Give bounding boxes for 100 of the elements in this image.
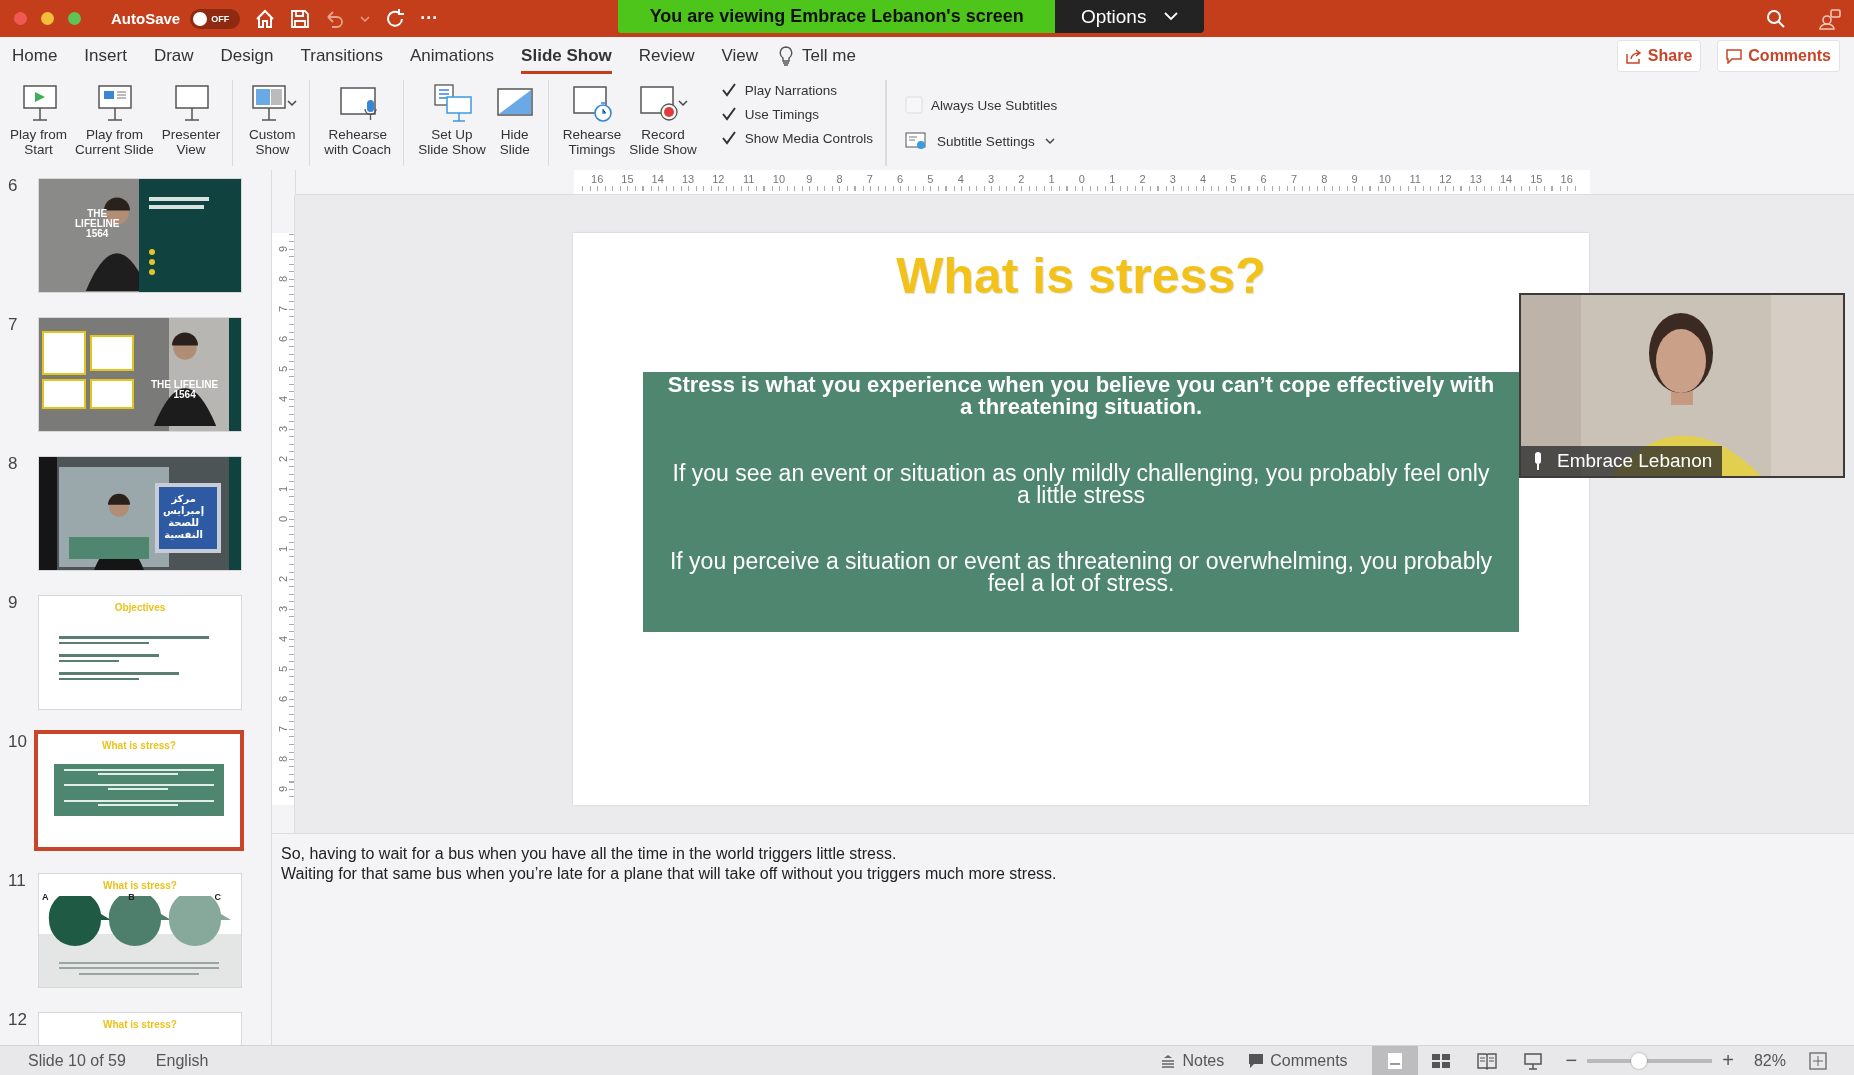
checkbox-label: Use Timings	[744, 106, 820, 122]
ruler-number: 2	[277, 455, 289, 463]
ribbon-button[interactable]: Rehearse Timings	[562, 82, 622, 166]
caret-icon[interactable]	[360, 14, 371, 23]
slider-thumb[interactable]	[1630, 1052, 1647, 1069]
slide-thumbnail[interactable]: THE LIFELINE 1564	[38, 317, 242, 432]
ruler-number: 7	[277, 305, 289, 313]
slide-caption: LIFELINE	[75, 219, 120, 229]
microphone-icon	[1533, 451, 1543, 471]
slide-counter: Slide 10 of 59	[28, 1051, 126, 1070]
slide-caption: 1564	[86, 229, 109, 239]
slide-number: 10	[7, 732, 28, 752]
ribbon-button[interactable]: Rehearse with Coach	[324, 82, 392, 166]
redo-icon[interactable]	[384, 7, 407, 30]
share-icon	[1625, 48, 1642, 64]
ruler-number: 7	[277, 725, 289, 733]
slide-caption: THE	[87, 209, 108, 219]
slide-caption: للصحة	[168, 517, 200, 529]
slide-thumbnail[interactable]: مركز إمبرايس للصحة النفسية	[38, 456, 242, 571]
ribbon-button[interactable]: Record Slide Show	[629, 82, 697, 166]
ribbon-tab[interactable]: Design	[220, 38, 274, 74]
more-button[interactable]: ···	[420, 8, 439, 29]
ribbon-button[interactable]: Set Up Slide Show	[418, 82, 486, 166]
checkbox[interactable]	[720, 82, 737, 98]
options-button[interactable]: Options	[1055, 0, 1205, 33]
ribbon-button[interactable]: Presenter View	[161, 82, 221, 166]
zoom-out-button[interactable]: −	[1565, 1049, 1578, 1072]
search-icon[interactable]	[1766, 8, 1786, 29]
slide-paragraph: If you perceive a situation or event as threatening or overwhelming, you probably feel a lot of stress.	[668, 550, 1494, 594]
ribbon-button[interactable]: Custom Show	[247, 82, 298, 166]
ribbon-tab[interactable]: Draw	[153, 38, 194, 74]
share-button[interactable]: Share	[1616, 40, 1702, 72]
caret-icon	[678, 99, 688, 107]
slide-caption: النفسية	[164, 529, 203, 541]
notes-button[interactable]: Notes	[1160, 1051, 1225, 1070]
ribbon-tab[interactable]: Transitions	[300, 38, 383, 74]
subtitle-settings-button[interactable]: Subtitle Settings	[905, 132, 1058, 150]
ribbon-button[interactable]: Play from Current Slide	[75, 82, 154, 166]
ruler-number: 8	[277, 755, 289, 763]
slide-number: 12	[7, 1010, 28, 1030]
ruler-number: 9	[277, 785, 289, 793]
comments-button[interactable]: Comments	[1248, 1051, 1348, 1070]
chevron-icon	[1164, 12, 1179, 21]
ruler-number: 0	[277, 515, 289, 523]
ribbon-tab[interactable]: Review	[638, 38, 695, 74]
people-icon[interactable]	[1818, 7, 1842, 30]
ribbon-button[interactable]: Play from Start	[10, 82, 67, 166]
ribbon-tab[interactable]: View	[721, 38, 759, 74]
lightbulb-icon[interactable]	[779, 46, 794, 66]
projector-screen-icon	[1522, 1050, 1543, 1071]
ruler-number: 3	[277, 425, 289, 433]
slide-number: 9	[7, 593, 19, 613]
slide-caption: إمبرايس	[163, 505, 205, 517]
ruler-number: 2	[277, 575, 289, 583]
autosave-label: AutoSave	[111, 10, 181, 27]
slide-number: 6	[7, 176, 19, 196]
ruler-number: 1	[277, 485, 289, 493]
checkbox-label: Always Use Subtitles	[931, 97, 1058, 113]
window-control-button[interactable]	[68, 12, 81, 25]
caret-icon	[1044, 137, 1055, 145]
zoom-percent[interactable]: 82%	[1753, 1051, 1786, 1070]
checkbox[interactable]	[720, 106, 737, 122]
autosave-toggle[interactable]: OFF	[190, 8, 241, 29]
speaker-notes-text[interactable]: So, having to wait for a bus when you have all the time in the world triggers little stress.	[281, 844, 1845, 864]
slide-title: What is stress?	[102, 880, 178, 891]
ruler-number: 3	[277, 605, 289, 613]
slide-number: 8	[7, 454, 19, 474]
ruler-number: 6	[277, 695, 289, 703]
ribbon-tab[interactable]: Home	[12, 38, 58, 74]
participant-name-label: Embrace Lebanon	[1521, 446, 1723, 476]
checkbox-label: Show Media Controls	[744, 130, 874, 146]
slide-caption: 1564	[173, 390, 196, 400]
save-icon[interactable]	[290, 8, 311, 29]
tell-me-field[interactable]: Tell me	[802, 38, 856, 74]
ruler-number: 9	[277, 245, 289, 253]
ribbon-tab[interactable]: Slide Show	[521, 38, 612, 74]
slide-title: Objectives	[113, 602, 167, 613]
ribbon-tab[interactable]: Insert	[84, 38, 127, 74]
comments-button[interactable]: Comments	[1717, 40, 1840, 72]
slide-caption: مركز	[171, 493, 196, 505]
slide-number: 11	[7, 871, 27, 891]
window-control-button[interactable]	[41, 12, 54, 25]
notes-icon	[1160, 1053, 1177, 1068]
fit-to-window-icon[interactable]	[1808, 1050, 1828, 1071]
language-label[interactable]: English	[155, 1051, 209, 1070]
speaker-notes-text[interactable]: Waiting for that same bus when you’re late for a plane that will take off without you triggers much more stress.	[281, 864, 1845, 884]
ribbon-button[interactable]: Hide Slide	[493, 82, 536, 166]
screen-share-banner: You are viewing Embrace Lebanon's screen	[618, 0, 1056, 33]
slide-caption: THE LIFELINE	[151, 380, 219, 390]
caret-icon	[287, 99, 298, 107]
ruler-number: 4	[277, 635, 289, 643]
ribbon-tab[interactable]: Animations	[410, 38, 495, 74]
subtitle-gear-icon	[905, 132, 928, 150]
ruler-number: 6	[277, 335, 289, 343]
slide-title: What is stress?	[896, 247, 1266, 305]
checkbox[interactable]	[720, 130, 737, 146]
zoom-in-button[interactable]: +	[1722, 1049, 1734, 1072]
book-icon	[1476, 1050, 1497, 1071]
slide-title: What is stress?	[102, 1019, 178, 1030]
ruler-number: 5	[277, 665, 289, 673]
